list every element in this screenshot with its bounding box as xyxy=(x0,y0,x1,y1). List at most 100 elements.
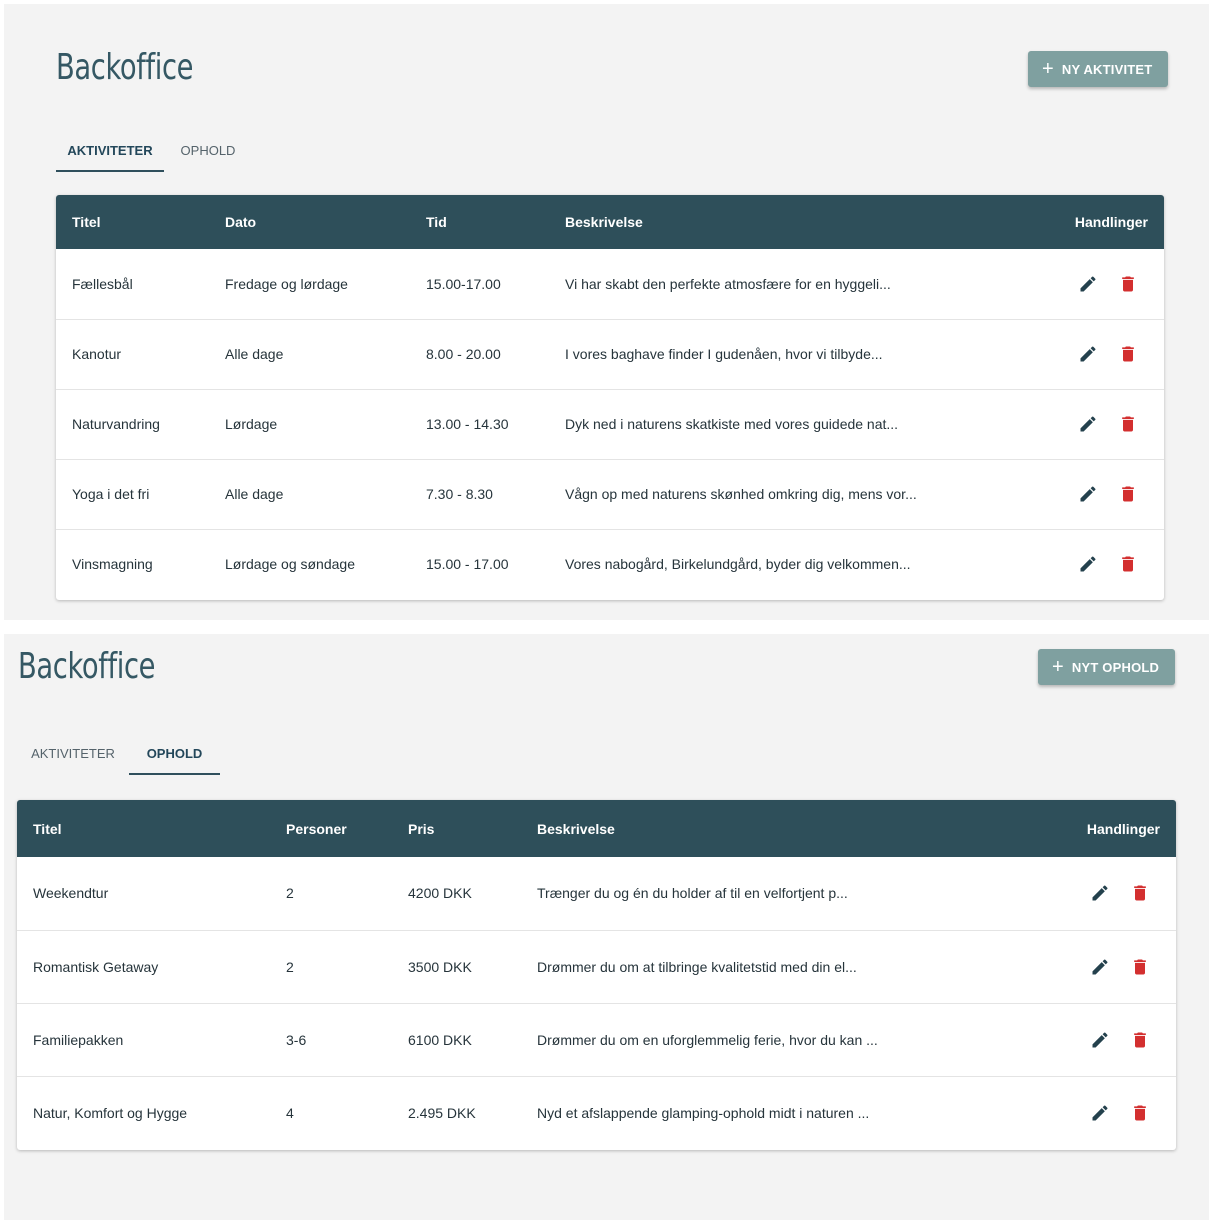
activities-panel: Backoffice + NY AKTIVITET AKTIVITETER OP… xyxy=(4,4,1209,620)
cell-personer: 3-6 xyxy=(270,1002,392,1076)
page-title: Backoffice xyxy=(56,47,194,88)
cell-titel: Vinsmagning xyxy=(56,528,209,599)
cell-dato: Alle dage xyxy=(209,318,410,389)
column-header-handlinger: Handlinger xyxy=(1086,820,1160,837)
cell-tid: 15.00-17.00 xyxy=(426,275,501,292)
column-header-tid[interactable]: Tid xyxy=(410,195,549,249)
table-row[interactable]: Romantisk Getaway 2 3500 DKK Drømmer du om … xyxy=(17,929,1176,1003)
cell-titel: Natur, Komfort og Hygge xyxy=(17,1075,270,1149)
tab-aktiviteter[interactable]: AKTIVITETER xyxy=(17,731,129,775)
table-header-row: Titel Personer Pris Beskrivelse Handling… xyxy=(17,800,1176,857)
cell-pris: 6100 DKK xyxy=(392,1002,521,1076)
table-row[interactable]: Naturvandring Lørdage 13.00 - 14.30 Dyk ned… xyxy=(56,388,1164,459)
trash-icon[interactable] xyxy=(1118,484,1138,504)
table-row[interactable]: Weekendtur 2 4200 DKK Trænger du og én du h… xyxy=(17,857,1176,930)
cell-tid: 15.00 - 17.00 xyxy=(410,528,549,599)
table-row[interactable]: Vinsmagning Lørdage og søndage 15.00 - 17.… xyxy=(56,528,1164,599)
cell-beskrivelse: I vores baghave finder I gudenåen, hvor … xyxy=(549,318,1029,389)
new-stay-button[interactable]: + NYT OPHOLD xyxy=(1038,649,1176,685)
pencil-icon[interactable] xyxy=(1078,414,1098,434)
cell-tid: 8.00 - 20.00 xyxy=(410,318,549,389)
cell-titel: Naturvandring xyxy=(56,388,209,459)
cell-pris: 3500 DKK xyxy=(392,929,521,1003)
trash-icon[interactable] xyxy=(1118,344,1138,364)
trash-icon[interactable] xyxy=(1130,957,1150,977)
trash-icon[interactable] xyxy=(1130,1103,1150,1123)
cell-actions xyxy=(1021,929,1176,1003)
pencil-icon[interactable] xyxy=(1078,484,1098,504)
tab-bar: AKTIVITETER OPHOLD xyxy=(17,731,220,775)
stays-table: Titel Personer Pris Beskrivelse Handling… xyxy=(17,800,1176,1149)
cell-beskrivelse: Drømmer du om at tilbringe kvalitetstid … xyxy=(521,929,1021,1003)
stays-table-body: Weekendtur 2 4200 DKK Trænger du og én du h… xyxy=(17,857,1176,1149)
pencil-icon[interactable] xyxy=(1078,344,1098,364)
cell-titel: Yoga i det fri xyxy=(56,458,209,529)
new-activity-button[interactable]: + NY AKTIVITET xyxy=(1028,51,1169,87)
tab-ophold[interactable]: OPHOLD xyxy=(129,731,220,775)
activities-table-body: Fællesbål Fredage og lørdage 15.00-17.00 Vi… xyxy=(56,249,1164,599)
cell-actions xyxy=(1029,249,1164,319)
new-stay-label: NYT OPHOLD xyxy=(1071,659,1160,675)
stays-table-card: Titel Personer Pris Beskrivelse Handling… xyxy=(17,800,1176,1150)
column-header-titel[interactable]: Titel xyxy=(56,195,209,249)
cell-titel: Kanotur xyxy=(56,318,209,389)
cell-personer: 2 xyxy=(286,885,294,902)
cell-actions xyxy=(1029,458,1164,529)
table-row[interactable]: Fællesbål Fredage og lørdage 15.00-17.00 Vi… xyxy=(56,249,1164,319)
plus-icon: + xyxy=(1052,656,1064,678)
trash-icon[interactable] xyxy=(1118,274,1138,294)
cell-pris: 4200 DKK xyxy=(408,885,472,902)
column-header-pris[interactable]: Pris xyxy=(392,800,521,857)
pencil-icon[interactable] xyxy=(1090,957,1110,977)
new-activity-label: NY AKTIVITET xyxy=(1061,61,1153,77)
column-header-titel[interactable]: Titel xyxy=(17,800,270,857)
cell-dato: Lørdage xyxy=(209,388,410,459)
page-title: Backoffice xyxy=(18,646,156,687)
tab-ophold[interactable]: OPHOLD xyxy=(164,128,252,172)
pencil-icon[interactable] xyxy=(1090,1103,1110,1123)
table-row[interactable]: Yoga i det fri Alle dage 7.30 - 8.30 Vågn o… xyxy=(56,458,1164,529)
trash-icon[interactable] xyxy=(1118,414,1138,434)
table-row[interactable]: Kanotur Alle dage 8.00 - 20.00 I vores bagh… xyxy=(56,318,1164,389)
pencil-icon[interactable] xyxy=(1090,1030,1110,1050)
cell-tid: 13.00 - 14.30 xyxy=(410,388,549,459)
trash-icon[interactable] xyxy=(1130,883,1150,903)
cell-actions xyxy=(1029,388,1164,459)
column-header-personer[interactable]: Personer xyxy=(270,800,392,857)
cell-personer: 2 xyxy=(270,929,392,1003)
tab-bar: AKTIVITETER OPHOLD xyxy=(56,128,252,172)
trash-icon[interactable] xyxy=(1118,554,1138,574)
cell-dato: Alle dage xyxy=(209,458,410,529)
cell-actions xyxy=(1029,528,1164,599)
cell-pris: 2.495 DKK xyxy=(392,1075,521,1149)
cell-beskrivelse: Drømmer du om en uforglemmelig ferie, hv… xyxy=(521,1002,1021,1076)
column-header-handlinger: Handlinger xyxy=(1074,214,1148,230)
table-row[interactable]: Natur, Komfort og Hygge 4 2.495 DKK Nyd et … xyxy=(17,1075,1176,1149)
cell-actions xyxy=(1021,1075,1176,1149)
column-header-beskrivelse[interactable]: Beskrivelse xyxy=(549,195,1029,249)
cell-beskrivelse: Trænger du og én du holder af til en vel… xyxy=(537,885,848,902)
cell-titel: Weekendtur xyxy=(33,885,109,902)
cell-personer: 4 xyxy=(270,1075,392,1149)
cell-titel: Romantisk Getaway xyxy=(17,929,270,1003)
cell-beskrivelse: Nyd et afslappende glamping-ophold midt … xyxy=(521,1075,1021,1149)
cell-dato: Fredage og lørdage xyxy=(225,275,348,292)
cell-beskrivelse: Vi har skabt den perfekte atmosfære for … xyxy=(565,275,891,292)
tab-aktiviteter[interactable]: AKTIVITETER xyxy=(56,128,164,172)
cell-dato: Lørdage og søndage xyxy=(209,528,410,599)
cell-beskrivelse: Vores nabogård, Birkelundgård, byder dig… xyxy=(549,528,1029,599)
stays-panel: Backoffice + NYT OPHOLD AKTIVITETER OPHO… xyxy=(4,634,1209,1220)
column-header-beskrivelse[interactable]: Beskrivelse xyxy=(521,800,1021,857)
activities-table-card: Titel Dato Tid Beskrivelse Handlinger Fæ… xyxy=(56,195,1164,600)
trash-icon[interactable] xyxy=(1130,1030,1150,1050)
pencil-icon[interactable] xyxy=(1078,274,1098,294)
cell-actions xyxy=(1021,1002,1176,1076)
pencil-icon[interactable] xyxy=(1090,883,1110,903)
column-header-dato[interactable]: Dato xyxy=(209,195,410,249)
activities-table: Titel Dato Tid Beskrivelse Handlinger Fæ… xyxy=(56,195,1164,599)
pencil-icon[interactable] xyxy=(1078,554,1098,574)
cell-titel: Fællesbål xyxy=(72,275,133,292)
table-header-row: Titel Dato Tid Beskrivelse Handlinger xyxy=(56,195,1164,249)
table-row[interactable]: Familiepakken 3-6 6100 DKK Drømmer du om en… xyxy=(17,1002,1176,1076)
cell-titel: Familiepakken xyxy=(17,1002,270,1076)
